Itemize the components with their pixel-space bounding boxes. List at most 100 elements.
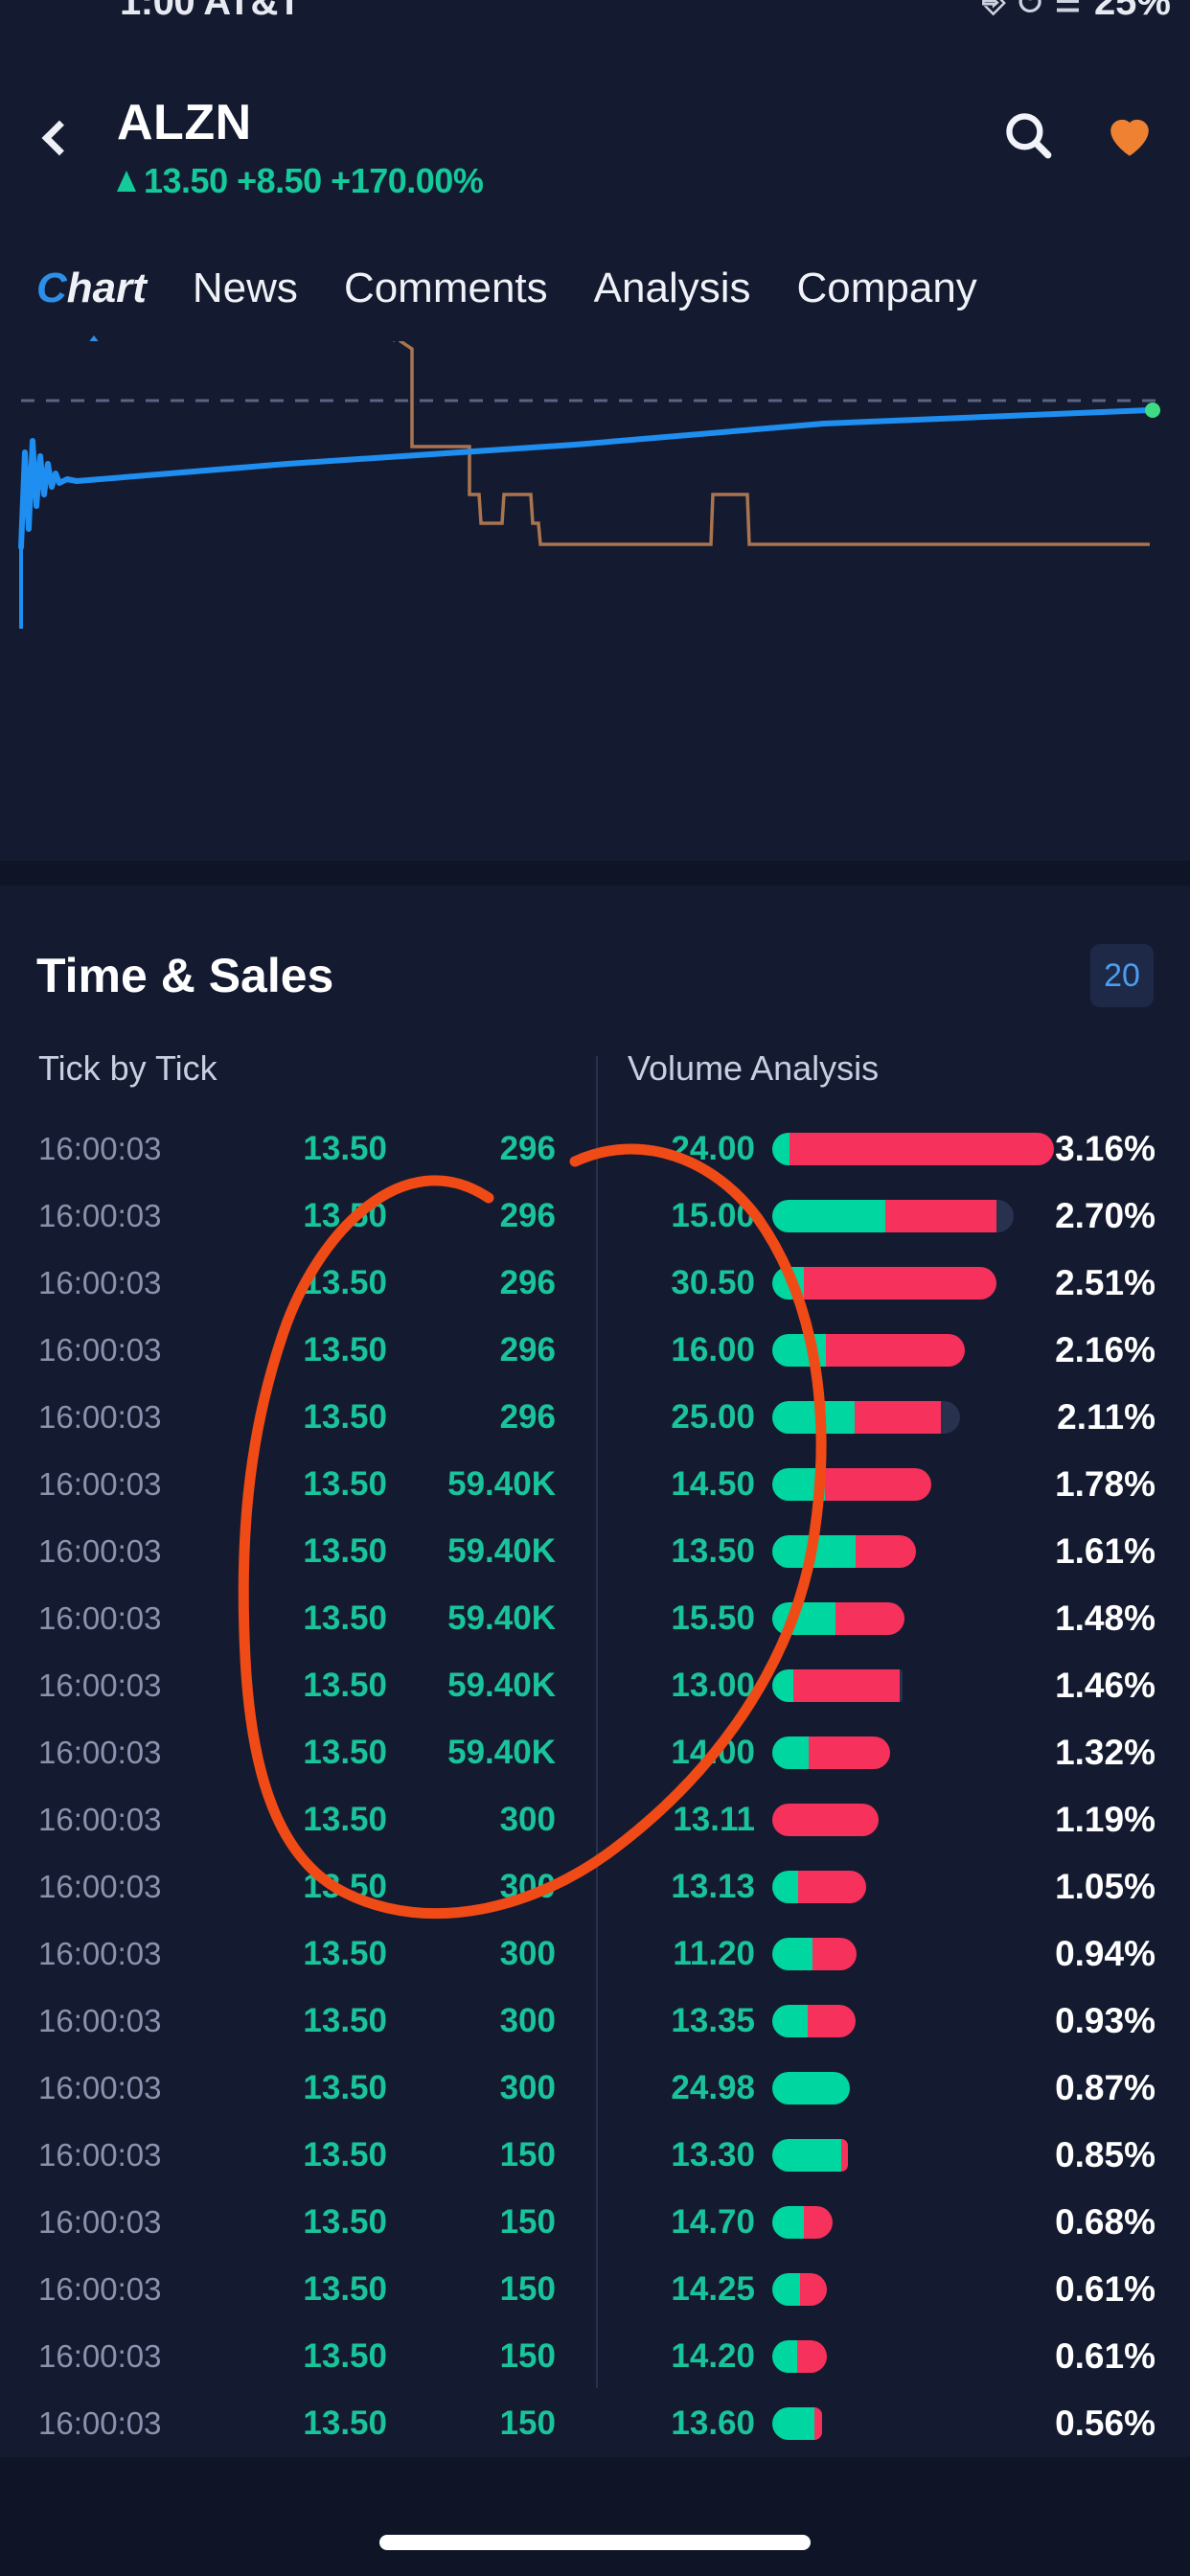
cell-percent: 3.16% xyxy=(1055,1129,1156,1168)
search-button[interactable] xyxy=(1000,107,1056,163)
quote-row: 13.50 +8.50 +170.00% xyxy=(117,161,484,201)
trade-rows: 16:00:03 13.50 296 24.00 3.16% 16:00:03 13.50 2… xyxy=(0,1116,1190,2457)
distribution-bar xyxy=(772,1334,965,1367)
bar-segment-red xyxy=(807,2005,856,2037)
table-row[interactable]: 16:00:03 13.50 300 13.11 1.19% xyxy=(0,1786,1190,1853)
table-row[interactable]: 16:00:03 13.50 296 25.00 2.11% xyxy=(0,1384,1190,1451)
cell-size: 300 xyxy=(499,2069,556,2106)
table-row[interactable]: 16:00:03 13.50 300 13.13 1.05% xyxy=(0,1853,1190,1920)
home-indicator[interactable] xyxy=(379,2535,811,2550)
favorite-button[interactable] xyxy=(1102,107,1157,163)
bar-segment-red xyxy=(824,1468,931,1501)
back-button[interactable] xyxy=(27,109,84,167)
tab-chart-rest: hart xyxy=(66,264,147,311)
cell-value: 11.20 xyxy=(673,1935,755,1972)
table-row[interactable]: 16:00:03 13.50 150 13.30 0.85% xyxy=(0,2122,1190,2189)
cell-size: 150 xyxy=(499,2136,556,2174)
distribution-bar xyxy=(772,1736,890,1769)
cell-size: 296 xyxy=(499,1331,556,1368)
table-row[interactable]: 16:00:03 13.50 150 14.70 0.68% xyxy=(0,2189,1190,2256)
cell-price: 13.50 xyxy=(303,1801,387,1838)
table-row[interactable]: 16:00:03 13.50 150 14.20 0.61% xyxy=(0,2323,1190,2390)
cell-time: 16:00:03 xyxy=(38,2070,162,2105)
table-row[interactable]: 16:00:03 13.50 296 16.00 2.16% xyxy=(0,1317,1190,1384)
bar-segment-track xyxy=(900,1669,903,1702)
distribution-bar xyxy=(772,2005,856,2037)
cell-size: 59.40K xyxy=(447,1532,556,1570)
bottom-band xyxy=(0,2457,1190,2576)
table-row[interactable]: 16:00:03 13.50 59.40K 14.00 1.32% xyxy=(0,1719,1190,1786)
header-actions xyxy=(1000,107,1157,163)
cell-price: 13.50 xyxy=(303,1465,387,1503)
table-row[interactable]: 16:00:03 13.50 296 30.50 2.51% xyxy=(0,1250,1190,1317)
cell-value: 13.35 xyxy=(671,2002,755,2039)
cell-time: 16:00:03 xyxy=(38,1735,162,1770)
cell-percent: 2.11% xyxy=(1057,1397,1156,1437)
cell-value: 25.00 xyxy=(671,1398,755,1436)
cell-value: 24.00 xyxy=(671,1130,755,1167)
bar-segment-green xyxy=(772,1938,813,1970)
table-row[interactable]: 16:00:03 13.50 59.40K 13.50 1.61% xyxy=(0,1518,1190,1585)
bar-segment-red xyxy=(772,1804,879,1836)
cell-value: 14.20 xyxy=(671,2337,755,2375)
tab-analysis[interactable]: Analysis xyxy=(594,264,751,312)
table-row[interactable]: 16:00:03 13.50 300 13.35 0.93% xyxy=(0,1988,1190,2055)
intraday-chart[interactable] xyxy=(0,341,1190,648)
cell-price: 13.50 xyxy=(303,2404,387,2442)
table-row[interactable]: 16:00:03 13.50 150 13.60 0.56% xyxy=(0,2390,1190,2457)
cell-time: 16:00:03 xyxy=(38,1399,162,1435)
symbol-block: ALZN 13.50 +8.50 +170.00% xyxy=(117,98,484,201)
table-row[interactable]: 16:00:03 13.50 300 24.98 0.87% xyxy=(0,2055,1190,2122)
cell-size: 59.40K xyxy=(447,1734,556,1771)
cell-size: 296 xyxy=(499,1130,556,1167)
bar-segment-green xyxy=(772,2072,850,2104)
cell-price: 13.50 xyxy=(303,2270,387,2308)
cell-price: 13.50 xyxy=(303,2002,387,2039)
table-row[interactable]: 16:00:03 13.50 150 14.25 0.61% xyxy=(0,2256,1190,2323)
bar-segment-green xyxy=(772,1401,856,1434)
cell-price: 13.50 xyxy=(303,1868,387,1905)
distribution-bar xyxy=(772,2273,827,2306)
bar-segment-red xyxy=(855,1401,942,1434)
table-row[interactable]: 16:00:03 13.50 59.40K 14.50 1.78% xyxy=(0,1451,1190,1518)
table-row[interactable]: 16:00:03 13.50 296 24.00 3.16% xyxy=(0,1116,1190,1183)
cell-value: 14.70 xyxy=(671,2203,755,2241)
tab-comments[interactable]: Comments xyxy=(344,264,548,312)
cell-percent: 0.94% xyxy=(1055,1934,1156,1973)
cell-price: 13.50 xyxy=(303,2203,387,2241)
section-tabs: Chart News Comments Analysis Company xyxy=(0,236,1190,341)
cell-size: 296 xyxy=(499,1197,556,1234)
bar-segment-green xyxy=(772,2407,815,2440)
cell-percent: 0.85% xyxy=(1055,2135,1156,2174)
table-row[interactable]: 16:00:03 13.50 59.40K 13.00 1.46% xyxy=(0,1652,1190,1719)
time-and-sales-title: Time & Sales xyxy=(36,949,334,1002)
cell-percent: 0.68% xyxy=(1055,2202,1156,2242)
cell-price: 13.50 xyxy=(303,1667,387,1704)
bar-segment-green xyxy=(772,1871,799,1903)
bar-segment-green xyxy=(772,2206,804,2239)
tab-news[interactable]: News xyxy=(193,264,298,312)
cell-time: 16:00:03 xyxy=(38,2137,162,2173)
cell-percent: 2.51% xyxy=(1055,1263,1156,1302)
cell-value: 16.00 xyxy=(671,1331,755,1368)
back-chevron-icon xyxy=(41,120,78,156)
cell-percent: 2.70% xyxy=(1055,1196,1156,1235)
volume-step-series xyxy=(393,341,1150,546)
tab-chart[interactable]: Chart xyxy=(36,264,147,312)
chart-panel[interactable]: 06/15 15:50:00 06/15 16:00:00 Price Vari… xyxy=(0,341,1190,1116)
cell-price: 13.50 xyxy=(303,2136,387,2174)
bar-segment-green xyxy=(772,1133,790,1165)
table-row[interactable]: 16:00:03 13.50 59.40K 15.50 1.48% xyxy=(0,1585,1190,1652)
cell-size: 300 xyxy=(499,1801,556,1838)
row-count-badge[interactable]: 20 xyxy=(1090,944,1154,1007)
bar-segment-red xyxy=(798,1871,866,1903)
table-row[interactable]: 16:00:03 13.50 300 11.20 0.94% xyxy=(0,1920,1190,1988)
tab-company[interactable]: Company xyxy=(797,264,977,312)
cell-size: 150 xyxy=(499,2337,556,2375)
cell-time: 16:00:03 xyxy=(38,2405,162,2441)
table-row[interactable]: 16:00:03 13.50 296 15.00 2.70% xyxy=(0,1183,1190,1250)
bar-segment-green xyxy=(772,1602,836,1635)
column-header-tick-by-tick: Tick by Tick xyxy=(38,1048,217,1088)
bar-segment-red xyxy=(809,1736,890,1769)
cell-price: 13.50 xyxy=(303,1197,387,1234)
